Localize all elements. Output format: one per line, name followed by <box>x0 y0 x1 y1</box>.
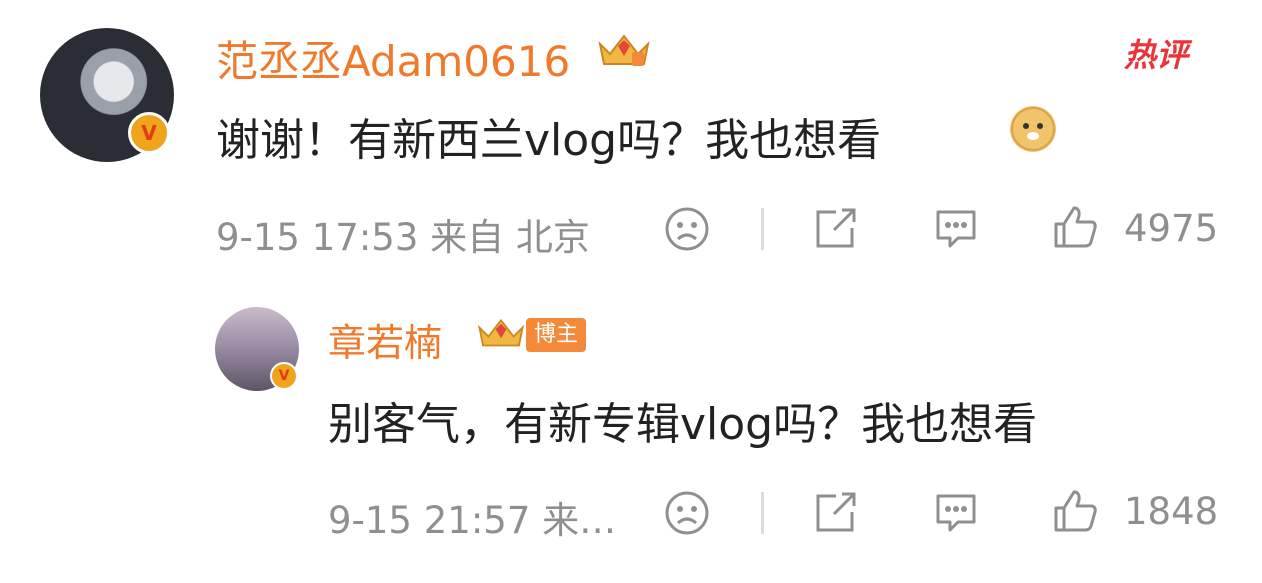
comment-icon[interactable] <box>932 206 980 252</box>
comment-text: 谢谢！有新西兰vlog吗？我也想看 <box>216 115 882 166</box>
share-icon[interactable] <box>812 206 858 252</box>
username[interactable]: 章若楠 <box>328 312 442 367</box>
like-count: 1848 <box>1124 490 1219 533</box>
divider <box>761 492 764 534</box>
like-thumb-icon[interactable] <box>1050 486 1100 536</box>
vip-crown-icon <box>594 30 654 68</box>
blogger-badge: 博主 <box>526 318 587 352</box>
verified-badge-icon: V <box>270 362 298 390</box>
verified-badge-icon: V <box>128 112 170 154</box>
divider <box>761 208 764 250</box>
doge-emoji-icon <box>1010 106 1056 152</box>
vip-crown-icon <box>474 314 528 352</box>
timestamp-location: 9-15 21:57 来… <box>328 499 617 542</box>
username[interactable]: 范丞丞Adam0616 <box>216 28 570 89</box>
like-count: 4975 <box>1124 207 1219 250</box>
share-icon[interactable] <box>812 490 858 536</box>
comment-icon[interactable] <box>932 490 980 536</box>
dislike-face-icon[interactable] <box>664 206 710 252</box>
comment-text: 别客气，有新专辑vlog吗？我也想看 <box>328 399 1038 450</box>
timestamp-location: 9-15 17:53 来自 北京 <box>216 216 590 259</box>
hot-comment-badge: 热评 <box>1124 36 1189 74</box>
dislike-face-icon[interactable] <box>664 490 710 536</box>
like-thumb-icon[interactable] <box>1050 202 1100 252</box>
